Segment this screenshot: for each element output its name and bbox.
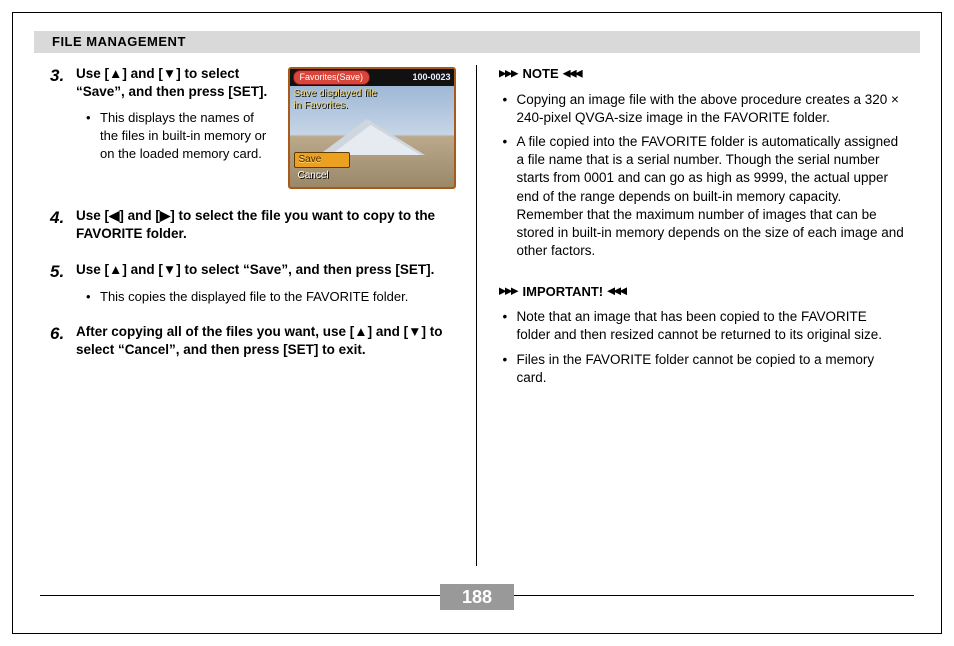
down-arrow-icon <box>163 262 176 277</box>
step-number: 4. <box>50 207 76 243</box>
down-arrow-icon <box>163 66 176 81</box>
down-arrow-icon <box>408 324 421 339</box>
important-heading: IMPORTANT! <box>499 283 905 301</box>
right-arrow-icon <box>160 208 170 223</box>
step-number: 3. <box>50 65 76 189</box>
content-area: 3. Use [] and [] to select “Save”, and t… <box>40 65 914 566</box>
section-header: FILE MANAGEMENT <box>34 31 920 53</box>
up-arrow-icon <box>354 324 367 339</box>
step-number: 5. <box>50 261 76 305</box>
note-heading: NOTE <box>499 65 905 83</box>
lcd-menu: Save Cancel <box>294 152 350 183</box>
lcd-mode-tab: Favorites(Save) <box>293 70 371 85</box>
note-list: • Copying an image file with the above p… <box>499 91 905 261</box>
page-number: 188 <box>440 584 514 610</box>
step-5-title: Use [] and [] to select “Save”, and then… <box>76 261 456 279</box>
lcd-option-cancel: Cancel <box>294 169 350 183</box>
left-arrow-icon <box>109 208 119 223</box>
step-5-bullet: • This copies the displayed file to the … <box>76 288 456 306</box>
important-item: • Files in the FAVORITE folder cannot be… <box>503 351 905 387</box>
step-6: 6. After copying all of the files you wa… <box>50 323 456 359</box>
note-marker-left-icon <box>499 70 517 78</box>
note-marker-right-icon <box>565 70 583 78</box>
step-number: 6. <box>50 323 76 359</box>
camera-lcd-illustration: Favorites(Save) 100-0023 Save displayed … <box>288 67 456 189</box>
lcd-file-counter: 100-0023 <box>412 71 450 83</box>
up-arrow-icon <box>109 66 122 81</box>
note-marker-left-icon <box>499 287 517 295</box>
section-title: FILE MANAGEMENT <box>52 33 186 51</box>
left-column: 3. Use [] and [] to select “Save”, and t… <box>40 65 476 566</box>
important-item: • Note that an image that has been copie… <box>503 308 905 344</box>
step-3: 3. Use [] and [] to select “Save”, and t… <box>50 65 456 189</box>
step-4-title: Use [] and [] to select the file you wan… <box>76 207 456 243</box>
step-6-title: After copying all of the files you want,… <box>76 323 456 359</box>
note-item: • A file copied into the FAVORITE folder… <box>503 133 905 261</box>
important-list: • Note that an image that has been copie… <box>499 308 905 387</box>
up-arrow-icon <box>109 262 122 277</box>
right-column: NOTE • Copying an image file with the ab… <box>477 65 915 566</box>
lcd-option-save: Save <box>294 152 350 168</box>
lcd-message: Save displayed file in Favorites. <box>294 88 377 112</box>
step-5: 5. Use [] and [] to select “Save”, and t… <box>50 261 456 305</box>
note-marker-right-icon <box>609 287 627 295</box>
step-3-bullet: • This displays the names of the files i… <box>76 109 274 162</box>
step-3-title: Use [] and [] to select “Save”, and then… <box>76 65 274 101</box>
note-item: • Copying an image file with the above p… <box>503 91 905 127</box>
step-4: 4. Use [] and [] to select the file you … <box>50 207 456 243</box>
